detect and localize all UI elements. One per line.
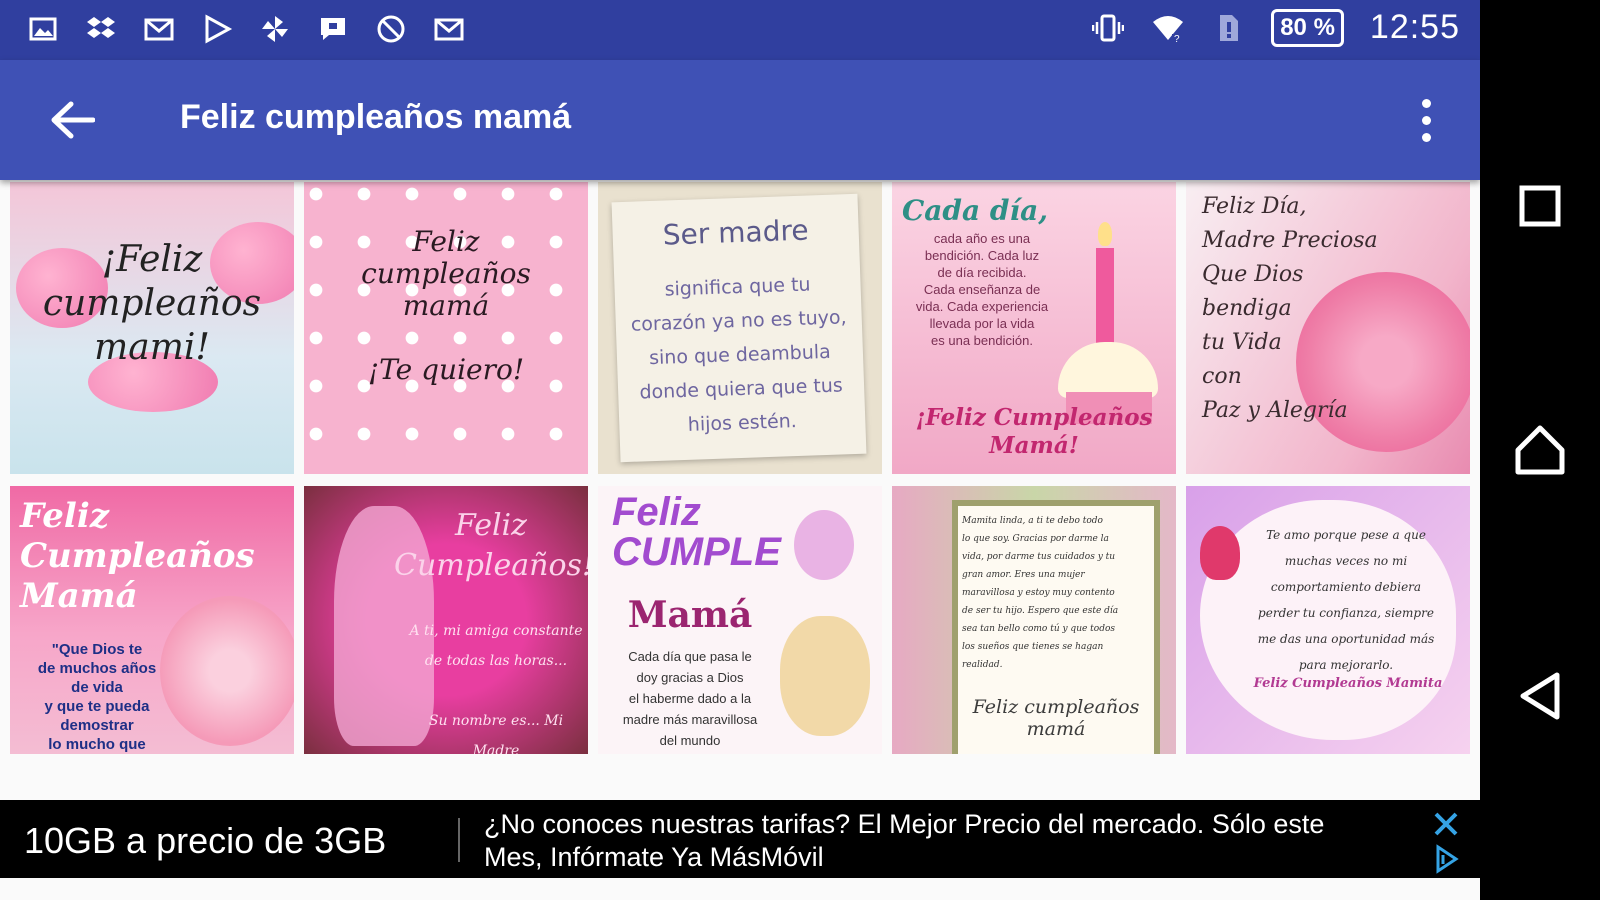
home-button[interactable]	[1510, 420, 1570, 480]
play-store-icon	[200, 12, 234, 46]
gallery-image-7[interactable]: Feliz Cumpleaños! A ti, mi amiga constan…	[304, 486, 588, 754]
status-right: ? 80 % 12:55	[1091, 8, 1460, 47]
gallery-image-6[interactable]: Feliz Cumpleaños Mamá "Que Dios te de mu…	[10, 486, 294, 754]
vibrate-icon	[1091, 11, 1125, 45]
card-caption: Mamita linda, a ti te debo todo lo que s…	[962, 516, 1119, 670]
card-heading: Feliz CUMPLE	[612, 490, 781, 574]
ad-banner[interactable]: 10GB a precio de 3GB ¿No conoces nuestra…	[0, 800, 1480, 878]
card-caption: Cada día que pasa le doy gracias a Dios …	[622, 649, 758, 748]
card-footer: ¡Feliz Cumpleaños Mamá!	[915, 404, 1153, 459]
ad-headline[interactable]: 10GB a precio de 3GB	[24, 820, 386, 862]
nav-back-button[interactable]	[1510, 666, 1570, 726]
status-bar: ? 80 % 12:55	[0, 0, 1480, 60]
home-icon	[1515, 425, 1565, 475]
gallery-image-1[interactable]: ¡Feliz cumpleaños mami!	[10, 182, 294, 474]
card-caption: cada año es una bendición. Cada luz de d…	[915, 231, 1049, 348]
card-caption: significa que tu corazón ya no es tuyo, …	[630, 273, 848, 436]
battery-indicator: 80 %	[1271, 8, 1344, 47]
image-gallery-grid: ¡Feliz cumpleaños mami! Feliz cumpleaños…	[10, 182, 1470, 756]
pinwheel-icon	[258, 12, 292, 46]
sim-alert-icon	[1211, 11, 1245, 45]
ad-body[interactable]: ¿No conoces nuestras tarifas? El Mejor P…	[484, 808, 1364, 874]
back-triangle-icon	[1520, 672, 1560, 720]
app-screen: ? 80 % 12:55 Feliz cumpleaños mamá ¡Feli…	[0, 0, 1480, 900]
gallery-image-10[interactable]: Te amo porque pese a que muchas veces no…	[1186, 486, 1470, 754]
chat-icon	[316, 12, 350, 46]
gallery-icon	[26, 12, 60, 46]
candle-cupcake	[1052, 222, 1162, 424]
card-footer: Feliz cumpleaños mamá	[972, 696, 1140, 740]
gallery-image-4[interactable]: Cada día, cada año es una bendición. Cad…	[892, 182, 1176, 474]
recents-square-icon	[1519, 185, 1561, 227]
card-heading: Ser madre	[662, 213, 810, 252]
card-caption: ¡Feliz cumpleaños mami!	[42, 239, 262, 368]
page-title: Feliz cumpleaños mamá	[180, 98, 572, 136]
gallery-image-9[interactable]: Mamita linda, a ti te debo todo lo que s…	[892, 486, 1176, 754]
card-heading: Cada día,	[902, 194, 1049, 227]
teddy-bear-illustration	[780, 616, 870, 736]
system-nav-bar	[1480, 0, 1600, 900]
card-caption: A ti, mi amiga constante de todas las ho…	[409, 623, 583, 754]
recents-button[interactable]	[1510, 176, 1570, 236]
card-caption: Te amo porque pese a que muchas veces no…	[1257, 528, 1435, 672]
no-location-icon	[374, 12, 408, 46]
gallery-image-3[interactable]: Ser madre significa que tu corazón ya no…	[598, 182, 882, 474]
overflow-menu-button[interactable]	[1402, 92, 1450, 148]
card-caption: "Que Dios te de muchos años de vida y qu…	[37, 641, 157, 753]
card-footer: Feliz Cumpleaños Mamita	[1253, 676, 1443, 691]
card-name: Mamá	[627, 594, 753, 636]
ad-divider	[458, 818, 460, 862]
status-time: 12:55	[1369, 8, 1460, 46]
email-icon	[432, 12, 466, 46]
dropbox-icon	[84, 12, 118, 46]
wifi-icon: ?	[1151, 11, 1185, 45]
card-caption: Feliz cumpleaños mamá ¡Te quiero!	[361, 225, 531, 386]
tulip-decoration	[1200, 526, 1240, 580]
arrow-back-icon	[51, 101, 95, 139]
close-icon[interactable]	[1430, 808, 1462, 840]
notification-icons	[26, 12, 466, 46]
bottom-strip	[0, 878, 1480, 900]
card-heading: Feliz Cumpleaños!	[394, 508, 588, 583]
gmail-icon	[142, 12, 176, 46]
gallery-image-8[interactable]: Feliz CUMPLE Mamá Cada día que pasa le d…	[598, 486, 882, 754]
letter-page: Mamita linda, a ti te debo todo lo que s…	[952, 500, 1160, 754]
card-caption: Feliz Día, Madre Preciosa Que Dios bendi…	[1202, 194, 1378, 423]
gallery-image-2[interactable]: Feliz cumpleaños mamá ¡Te quiero!	[304, 182, 588, 474]
gallery-image-5[interactable]: Feliz Día, Madre Preciosa Que Dios bendi…	[1186, 182, 1470, 474]
balloon-decoration	[794, 510, 854, 580]
paper-note: Ser madre significa que tu corazón ya no…	[611, 193, 867, 463]
back-button[interactable]	[40, 92, 104, 148]
adchoices-icon[interactable]	[1430, 844, 1462, 874]
more-vert-icon	[1421, 98, 1431, 108]
svg-text:?: ?	[1174, 34, 1180, 44]
app-bar: Feliz cumpleaños mamá	[0, 60, 1480, 180]
